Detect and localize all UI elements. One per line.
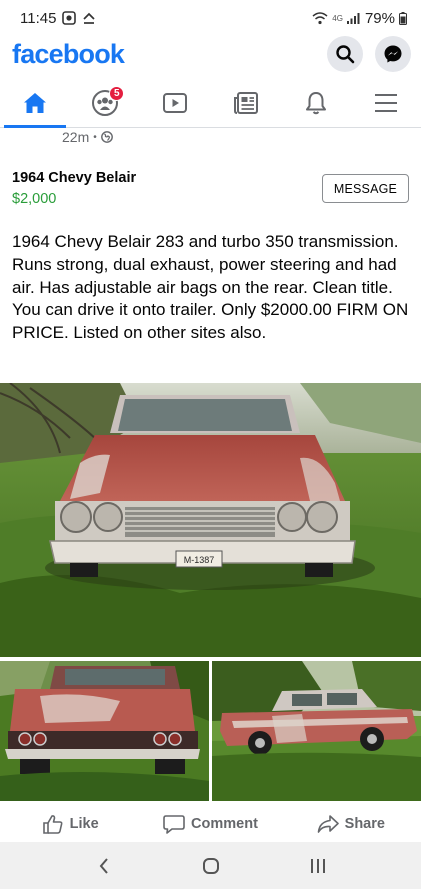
- facebook-logo[interactable]: facebook: [12, 39, 125, 70]
- bell-icon: [305, 91, 326, 114]
- news-icon: [233, 91, 258, 114]
- tab-groups[interactable]: 5: [70, 78, 140, 127]
- car-rear-photo[interactable]: [0, 661, 209, 801]
- recents-button[interactable]: [298, 846, 338, 886]
- tab-notifications[interactable]: [281, 78, 351, 127]
- listing-description: 1964 Chevy Belair 283 and turbo 350 tran…: [12, 232, 409, 343]
- search-button[interactable]: [327, 36, 363, 72]
- comment-icon: [163, 815, 185, 834]
- network-type: 4G: [332, 13, 343, 23]
- status-time: 11:45: [20, 9, 57, 27]
- like-button[interactable]: Like: [0, 814, 140, 834]
- battery-percent: 79%: [364, 9, 395, 27]
- main-nav: 5: [0, 78, 421, 128]
- back-icon: [99, 857, 108, 874]
- messenger-button[interactable]: [375, 36, 411, 72]
- tab-watch[interactable]: [140, 78, 210, 127]
- tab-news[interactable]: [211, 78, 281, 127]
- wifi-icon: [312, 11, 328, 25]
- back-button[interactable]: [84, 846, 124, 886]
- post-timestamp[interactable]: 22m: [62, 129, 89, 145]
- like-label: Like: [69, 816, 99, 832]
- listing-title[interactable]: 1964 Chevy Belair: [12, 170, 136, 186]
- license-plate: M-1387: [184, 555, 215, 565]
- home-icon: [24, 92, 47, 113]
- share-button[interactable]: Share: [281, 814, 421, 834]
- sync-icon: [82, 11, 96, 25]
- globe-icon: [100, 131, 113, 143]
- message-button[interactable]: MESSAGE: [322, 174, 409, 203]
- share-label: Share: [344, 816, 385, 832]
- app-header: facebook: [0, 34, 421, 74]
- car-front-photo[interactable]: M-1387: [0, 383, 421, 657]
- share-icon: [317, 815, 339, 833]
- home-circle-icon: [202, 857, 219, 874]
- post-actions: Like Comment Share: [0, 806, 421, 842]
- recents-icon: [310, 858, 325, 873]
- comment-label: Comment: [191, 816, 258, 832]
- listing-price: $2,000: [12, 191, 57, 207]
- battery-icon: [399, 11, 407, 25]
- signal-icon: [346, 12, 361, 24]
- tab-menu[interactable]: [351, 78, 421, 127]
- groups-badge: 5: [109, 86, 125, 101]
- search-icon: [336, 45, 355, 64]
- home-button[interactable]: [191, 846, 231, 886]
- video-icon: [163, 92, 188, 113]
- hamburger-icon: [374, 93, 397, 112]
- system-nav-bar: [0, 842, 421, 889]
- like-icon: [42, 815, 63, 834]
- car-side-photo[interactable]: [212, 661, 421, 801]
- post-meta: 22m •: [62, 128, 113, 146]
- status-bar: 11:45 4G 79%: [0, 0, 421, 36]
- comment-button[interactable]: Comment: [140, 814, 280, 834]
- tab-home[interactable]: [0, 78, 70, 128]
- messenger-icon: [384, 45, 402, 63]
- notification-icon: [62, 11, 77, 25]
- meta-separator: •: [93, 131, 97, 143]
